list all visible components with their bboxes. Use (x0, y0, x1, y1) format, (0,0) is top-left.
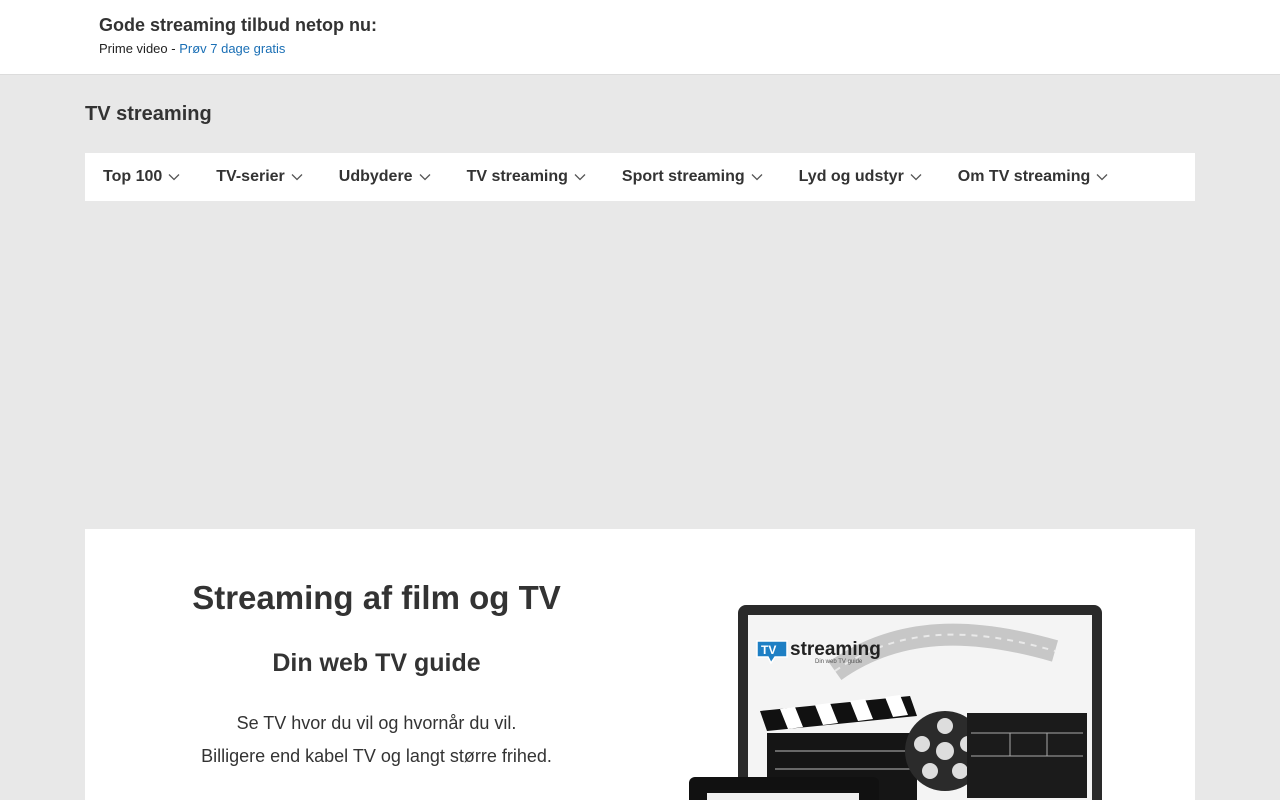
site-title[interactable]: TV streaming (85, 103, 212, 126)
chevron-down-icon (751, 173, 763, 181)
nav-item-udbydere[interactable]: Udbydere (339, 168, 431, 186)
promo-prefix: Prime video - (99, 41, 180, 56)
nav-item-sport-streaming[interactable]: Sport streaming (622, 168, 763, 186)
svg-text:TV: TV (761, 643, 776, 657)
hero-title: Streaming af film og TV (192, 579, 561, 616)
promo-bar: Gode streaming tilbud netop nu: Prime vi… (0, 0, 1280, 75)
hero-section: Streaming af film og TV Din web TV guide… (85, 529, 1195, 800)
promo-line: Prime video - Prøv 7 dage gratis (99, 41, 285, 56)
nav-item-label: Top 100 (103, 168, 163, 185)
nav-item-om-tv-streaming[interactable]: Om TV streaming (958, 168, 1108, 186)
nav-item-label: TV-serier (216, 168, 285, 185)
svg-text:Din web TV guide: Din web TV guide (815, 659, 863, 665)
nav-item-top-100[interactable]: Top 100 (103, 168, 180, 186)
nav-item-lyd-og-udstyr[interactable]: Lyd og udstyr (799, 168, 922, 186)
chevron-down-icon (574, 173, 586, 181)
chevron-down-icon (1096, 173, 1108, 181)
nav-item-tv-streaming[interactable]: TV streaming (467, 168, 586, 186)
clapperboard-slate-icon (967, 713, 1087, 798)
hero-illustration: TV streaming Din web TV guide (685, 601, 1115, 800)
nav-item-label: TV streaming (466, 168, 568, 185)
chevron-down-icon (291, 173, 303, 181)
hero-text-line-1: Se TV hvor du vil og hvornår du vil. (236, 713, 517, 733)
nav-item-label: Om TV streaming (957, 168, 1091, 185)
svg-text:streaming: streaming (790, 639, 881, 660)
main-nav: Top 100 TV-serier Udbydere TV streaming … (85, 153, 1195, 201)
chevron-down-icon (419, 173, 431, 181)
chevron-down-icon (168, 173, 180, 181)
chevron-down-icon (910, 173, 922, 181)
hero-subtitle: Din web TV guide (272, 649, 481, 677)
nav-item-tv-serier[interactable]: TV-serier (216, 168, 303, 186)
promo-title: Gode streaming tilbud netop nu: (99, 15, 377, 35)
promo-link[interactable]: Prøv 7 dage gratis (179, 41, 285, 56)
nav-item-label: Sport streaming (621, 168, 745, 185)
hero-text-line-2: Billigere end kabel TV og langt større f… (201, 746, 552, 766)
nav-item-label: Udbydere (338, 168, 413, 185)
nav-item-label: Lyd og udstyr (798, 168, 904, 185)
